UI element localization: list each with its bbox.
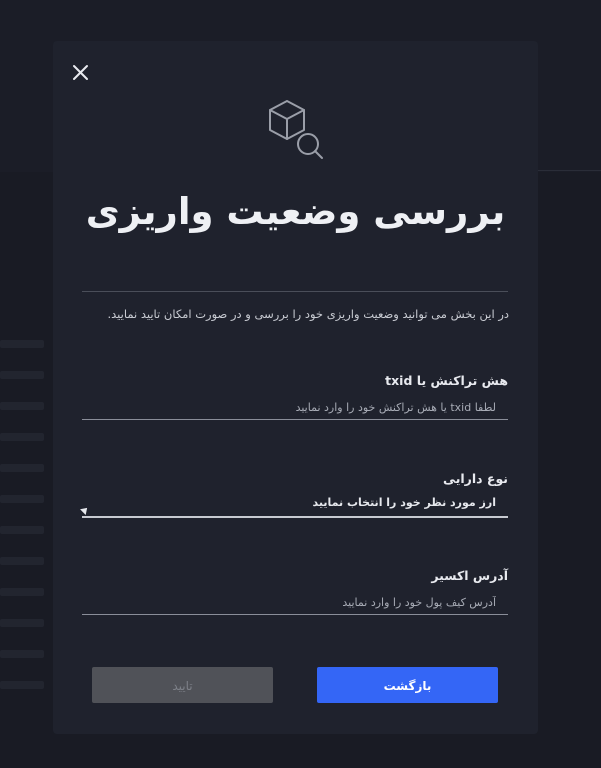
background-row	[0, 340, 44, 348]
background-row	[0, 464, 44, 472]
address-input[interactable]	[82, 591, 508, 615]
background-divider	[538, 170, 601, 171]
background-row	[0, 588, 44, 596]
address-field: آدرس اکسیر	[82, 567, 508, 615]
background-row	[0, 557, 44, 565]
caret-down-icon	[80, 505, 90, 515]
title-divider	[82, 291, 508, 292]
asset-field: نوع دارایی ارز مورد نظر خود را انتخاب نم…	[80, 470, 508, 518]
background-row	[0, 681, 44, 689]
modal-title: بررسی وضعیت واریزی	[85, 190, 506, 233]
txid-field: هش تراکنش یا txid	[82, 372, 508, 420]
confirm-button[interactable]: تایید	[92, 667, 273, 703]
modal-description: در این بخش می توانید وضعیت واریزی خود را…	[107, 307, 509, 321]
deposit-status-modal: بررسی وضعیت واریزی در این بخش می توانید …	[53, 41, 538, 734]
asset-select[interactable]: ارز مورد نظر خود را انتخاب نمایید	[80, 492, 508, 518]
background-list	[0, 340, 52, 712]
background-row	[0, 371, 44, 379]
asset-label: نوع دارایی	[443, 471, 508, 486]
background-row	[0, 402, 44, 410]
background-row	[0, 495, 44, 503]
address-label: آدرس اکسیر	[431, 568, 508, 583]
back-button[interactable]: بازگشت	[317, 667, 498, 703]
background-row	[0, 526, 44, 534]
close-icon[interactable]	[71, 63, 91, 83]
background-row	[0, 650, 44, 658]
asset-select-value: ارز مورد نظر خود را انتخاب نمایید	[312, 496, 496, 509]
txid-input[interactable]	[82, 396, 508, 420]
txid-label: هش تراکنش یا txid	[385, 373, 508, 388]
background-row	[0, 619, 44, 627]
background-row	[0, 433, 44, 441]
box-search-icon	[264, 99, 326, 161]
